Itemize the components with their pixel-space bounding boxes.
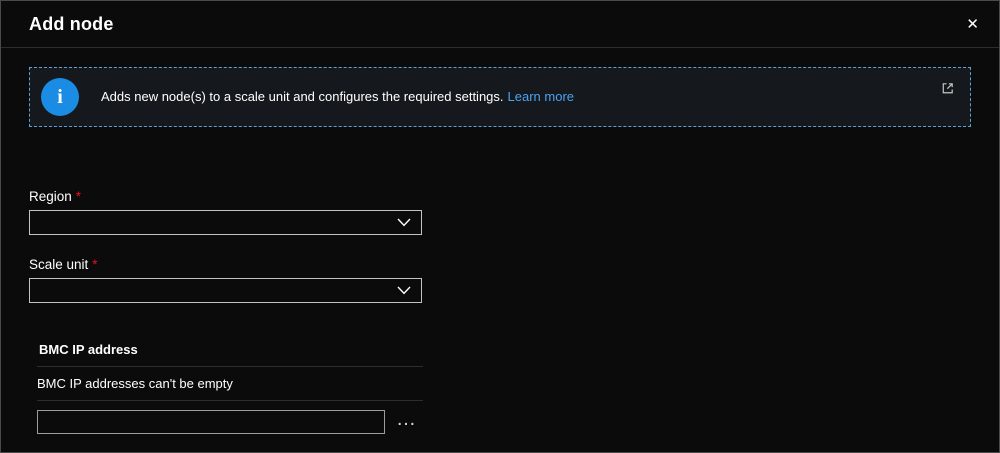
close-icon[interactable]: ✕ [960, 13, 985, 36]
banner-message-text: Adds new node(s) to a scale unit and con… [101, 89, 504, 104]
add-node-dialog: Add node ✕ i Adds new node(s) to a scale… [1, 1, 999, 443]
info-icon: i [41, 78, 79, 116]
region-dropdown[interactable] [29, 210, 422, 235]
banner-message: Adds new node(s) to a scale unit and con… [101, 88, 574, 106]
bmc-validation-message: BMC IP addresses can't be empty [37, 367, 423, 401]
region-field: Region * [29, 189, 971, 235]
region-label: Region * [29, 189, 971, 204]
external-link-icon[interactable] [938, 79, 957, 98]
region-required-asterisk: * [76, 189, 81, 204]
bmc-ip-section: BMC IP address BMC IP addresses can't be… [37, 333, 423, 443]
scale-unit-field: Scale unit * [29, 257, 971, 303]
bmc-ip-input[interactable] [37, 410, 385, 434]
dialog-header: Add node ✕ [1, 1, 999, 47]
bmc-section-header: BMC IP address [37, 333, 423, 367]
bmc-input-row: … [37, 401, 423, 443]
ellipsis-menu-button[interactable]: … [394, 414, 419, 430]
scale-unit-label: Scale unit * [29, 257, 971, 272]
scale-unit-dropdown[interactable] [29, 278, 422, 303]
scale-unit-required-asterisk: * [92, 257, 97, 272]
learn-more-link[interactable]: Learn more [508, 89, 574, 104]
dialog-content: i Adds new node(s) to a scale unit and c… [1, 48, 999, 443]
info-banner: i Adds new node(s) to a scale unit and c… [29, 67, 971, 127]
chevron-down-icon [397, 218, 411, 227]
chevron-down-icon [397, 286, 411, 295]
page-title: Add node [29, 14, 114, 35]
region-label-text: Region [29, 189, 72, 204]
scale-unit-label-text: Scale unit [29, 257, 88, 272]
